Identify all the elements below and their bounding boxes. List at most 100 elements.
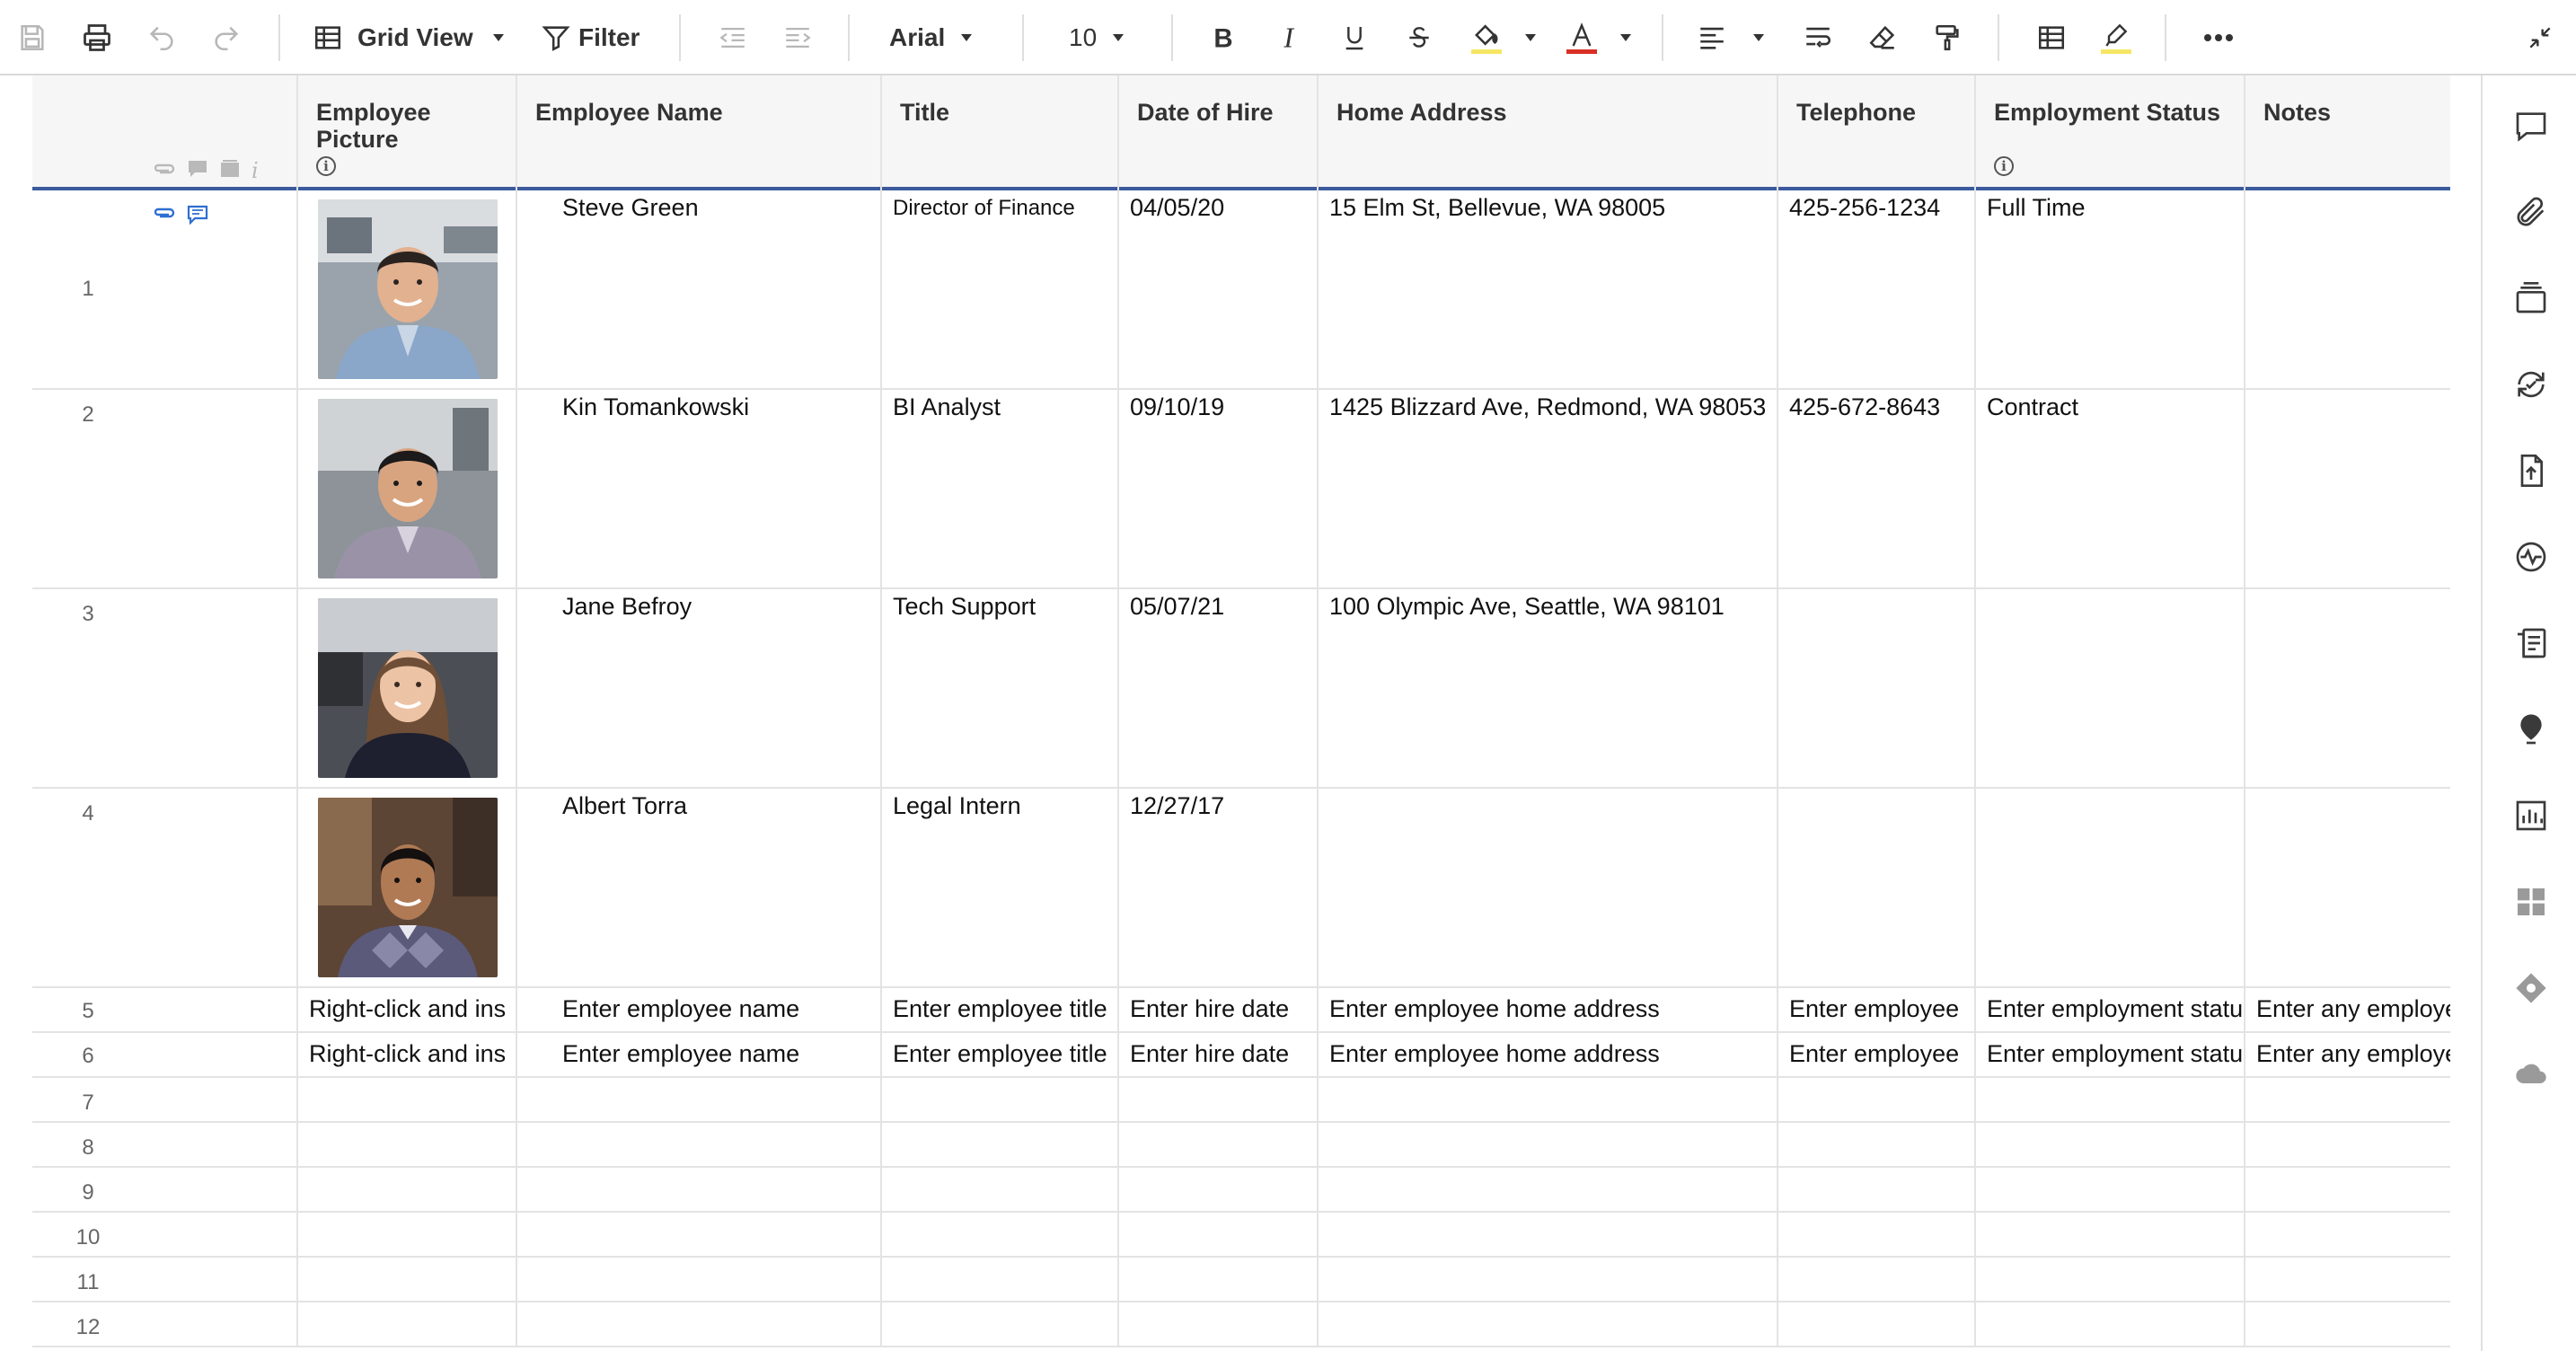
- row-number[interactable]: 6: [32, 1044, 144, 1069]
- picture-cell[interactable]: [296, 1213, 516, 1256]
- hire-date-cell[interactable]: [1117, 1168, 1317, 1211]
- hire-date-cell[interactable]: [1117, 1078, 1317, 1121]
- hire-date-cell[interactable]: [1117, 1123, 1317, 1166]
- activity-log-icon[interactable]: [2510, 535, 2553, 578]
- attachments-icon[interactable]: [2510, 190, 2553, 234]
- telephone-cell[interactable]: [1777, 1258, 1974, 1301]
- underline-icon[interactable]: [1335, 13, 1374, 63]
- picture-cell[interactable]: Right-click and ins: [296, 1033, 516, 1076]
- address-cell[interactable]: [1317, 1302, 1777, 1346]
- status-cell[interactable]: [1974, 1302, 2244, 1346]
- undo-icon[interactable]: [142, 13, 181, 63]
- row-number[interactable]: 3: [32, 602, 144, 627]
- title-cell[interactable]: [880, 1213, 1117, 1256]
- notes-cell[interactable]: [2244, 1123, 2450, 1166]
- telephone-cell[interactable]: [1777, 1078, 1974, 1121]
- telephone-cell[interactable]: [1777, 1213, 1974, 1256]
- align-dropdown[interactable]: [1748, 13, 1769, 63]
- more-options-icon[interactable]: [2197, 13, 2240, 63]
- title-cell[interactable]: [880, 1258, 1117, 1301]
- status-cell[interactable]: Enter employment statu: [1974, 988, 2244, 1031]
- title-cell[interactable]: [880, 1168, 1117, 1211]
- hire-date-cell[interactable]: [1117, 1213, 1317, 1256]
- picture-cell[interactable]: [296, 589, 516, 787]
- telephone-cell[interactable]: [1777, 1302, 1974, 1346]
- picture-cell[interactable]: [296, 190, 516, 388]
- row-number[interactable]: 1: [32, 277, 144, 302]
- column-header-home-address[interactable]: Home Address: [1317, 75, 1777, 190]
- wrap-text-icon[interactable]: [1798, 13, 1838, 63]
- diamond-icon[interactable]: [2510, 967, 2553, 1010]
- picture-cell[interactable]: Right-click and ins: [296, 988, 516, 1031]
- address-cell[interactable]: 1425 Blizzard Ave, Redmond, WA 98053: [1317, 390, 1777, 587]
- name-cell[interactable]: [516, 1258, 880, 1301]
- publish-icon[interactable]: [2510, 449, 2553, 492]
- status-cell[interactable]: [1974, 1123, 2244, 1166]
- save-icon[interactable]: [13, 13, 52, 63]
- name-cell[interactable]: [516, 1168, 880, 1211]
- outdent-icon[interactable]: [713, 13, 753, 63]
- address-cell[interactable]: [1317, 789, 1777, 986]
- title-cell[interactable]: [880, 1078, 1117, 1121]
- status-cell[interactable]: [1974, 1078, 2244, 1121]
- name-cell[interactable]: Steve Green: [516, 190, 880, 388]
- status-cell[interactable]: [1974, 789, 2244, 986]
- filter-button[interactable]: Filter: [541, 13, 648, 63]
- hire-date-cell[interactable]: 05/07/21: [1117, 589, 1317, 787]
- notes-cell[interactable]: [2244, 1213, 2450, 1256]
- table-row[interactable]: 7: [32, 1078, 2450, 1123]
- table-row[interactable]: 2 Kin Tomankowski BI Analyst 09/10/19 14…: [32, 390, 2450, 589]
- name-cell[interactable]: Enter employee name: [516, 1033, 880, 1076]
- title-cell[interactable]: Tech Support: [880, 589, 1117, 787]
- print-icon[interactable]: [77, 13, 117, 63]
- info-icon[interactable]: i: [316, 156, 336, 176]
- name-cell[interactable]: [516, 1302, 880, 1346]
- name-cell[interactable]: Enter employee name: [516, 988, 880, 1031]
- italic-icon[interactable]: I: [1270, 13, 1310, 63]
- strikethrough-icon[interactable]: [1399, 13, 1439, 63]
- hire-date-cell[interactable]: 04/05/20: [1117, 190, 1317, 388]
- telephone-cell[interactable]: Enter employee: [1777, 1033, 1974, 1076]
- picture-cell[interactable]: [296, 789, 516, 986]
- table-row[interactable]: 4 Albert Torra Legal Intern 12/27/17: [32, 789, 2450, 988]
- row-number[interactable]: 4: [32, 801, 144, 826]
- picture-cell[interactable]: [296, 1302, 516, 1346]
- telephone-cell[interactable]: [1777, 1123, 1974, 1166]
- table-row[interactable]: 1 Steve Green Director of Finance 04/05/…: [32, 190, 2450, 390]
- hire-date-cell[interactable]: [1117, 1302, 1317, 1346]
- table-row[interactable]: 11: [32, 1258, 2450, 1302]
- address-cell[interactable]: [1317, 1258, 1777, 1301]
- status-cell[interactable]: Enter employment statu: [1974, 1033, 2244, 1076]
- notes-cell[interactable]: [2244, 1302, 2450, 1346]
- redo-icon[interactable]: [207, 13, 246, 63]
- fill-color-dropdown[interactable]: [1520, 13, 1541, 63]
- address-cell[interactable]: Enter employee home address: [1317, 988, 1777, 1031]
- row-number[interactable]: 12: [32, 1315, 144, 1340]
- hire-date-cell[interactable]: 09/10/19: [1117, 390, 1317, 587]
- telephone-cell[interactable]: 425-256-1234: [1777, 190, 1974, 388]
- status-cell[interactable]: [1974, 1213, 2244, 1256]
- address-cell[interactable]: [1317, 1213, 1777, 1256]
- picture-cell[interactable]: [296, 1078, 516, 1121]
- row-number[interactable]: 11: [32, 1270, 144, 1295]
- hire-date-cell[interactable]: Enter hire date: [1117, 1033, 1317, 1076]
- name-cell[interactable]: [516, 1123, 880, 1166]
- fill-color-button[interactable]: [1464, 13, 1509, 63]
- notes-cell[interactable]: [2244, 789, 2450, 986]
- notes-cell[interactable]: [2244, 1078, 2450, 1121]
- picture-cell[interactable]: [296, 1168, 516, 1211]
- title-cell[interactable]: Enter employee title: [880, 1033, 1117, 1076]
- address-cell[interactable]: [1317, 1123, 1777, 1166]
- conversations-icon[interactable]: [2510, 104, 2553, 147]
- notes-cell[interactable]: Enter any employe: [2244, 988, 2450, 1031]
- name-cell[interactable]: Kin Tomankowski: [516, 390, 880, 587]
- address-cell[interactable]: [1317, 1168, 1777, 1211]
- row-number[interactable]: 9: [32, 1180, 144, 1205]
- column-header-telephone[interactable]: Telephone: [1777, 75, 1974, 190]
- table-row[interactable]: 3 Jane Befroy Tech Support 05/07/21 100 …: [32, 589, 2450, 789]
- name-cell[interactable]: Albert Torra: [516, 789, 880, 986]
- text-color-button[interactable]: [1559, 13, 1604, 63]
- status-cell[interactable]: [1974, 1258, 2244, 1301]
- title-cell[interactable]: BI Analyst: [880, 390, 1117, 587]
- table-row[interactable]: 10: [32, 1213, 2450, 1258]
